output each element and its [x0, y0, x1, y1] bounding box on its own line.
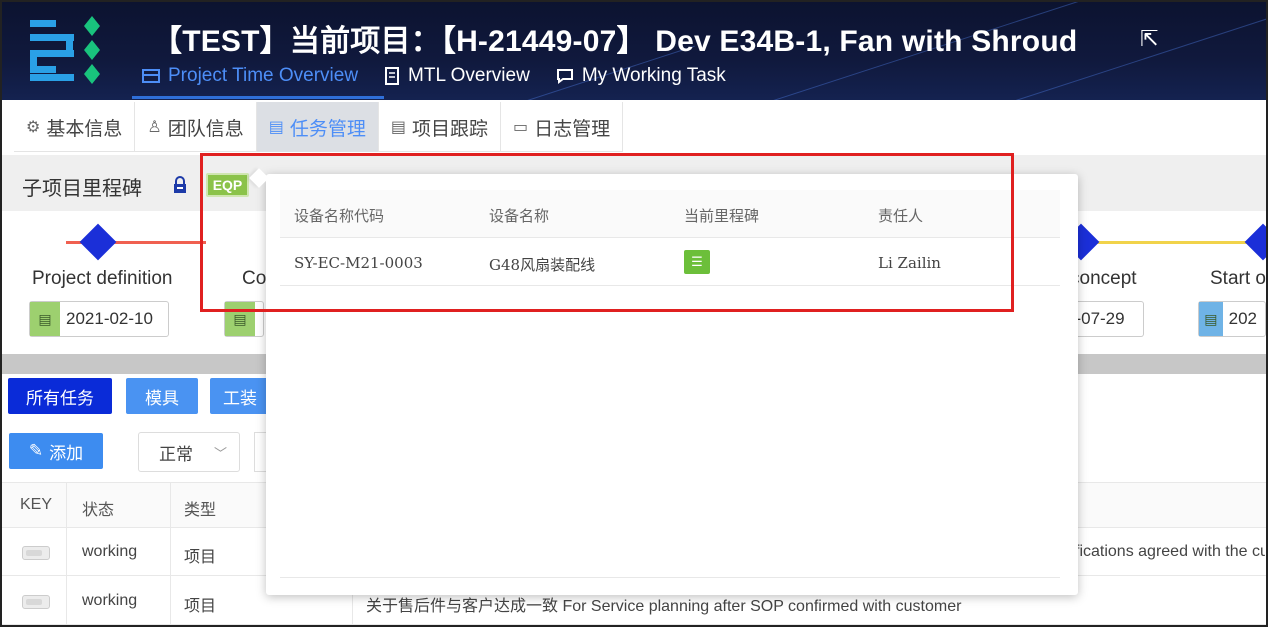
milestone-date[interactable]: ▤ 202 [1198, 301, 1266, 337]
milestone-diamond[interactable] [79, 223, 117, 261]
tab-task-management[interactable]: ▤ 任务管理 [256, 102, 379, 152]
row-description: 关于售后件与客户达成一致 For Service planning after … [366, 598, 962, 615]
status-select[interactable]: 正常 ﹀ [138, 432, 240, 472]
track-icon: ▤ [390, 119, 406, 136]
add-button-label: 添加 [49, 443, 84, 463]
tab-label: 基本信息 [46, 118, 123, 140]
project-title: 【TEST】当前项目：【H-21449-07】 Dev E34B-1, Fan … [152, 25, 1078, 58]
app-logo [30, 16, 100, 84]
milestone-date-value: 202 [1228, 309, 1257, 328]
chat-icon [556, 69, 573, 84]
top-nav: Project Time Overview MTL Overview My Wo… [142, 62, 726, 90]
lock-icon[interactable] [172, 176, 188, 194]
overview-icon [142, 69, 160, 83]
row-description: fications agreed with the cu [1075, 543, 1265, 560]
app-header: 【TEST】当前项目：【H-21449-07】 Dev E34B-1, Fan … [2, 2, 1266, 100]
tab-label: 任务管理 [289, 118, 366, 140]
mold-filter-button[interactable]: 模具 [126, 378, 198, 414]
share-icon[interactable]: ⇱ [1140, 26, 1158, 52]
tab-basic-info[interactable]: ⚙ 基本信息 [14, 102, 136, 152]
key-toggle[interactable] [22, 546, 50, 560]
chevron-down-icon: ﹀ [213, 445, 227, 461]
tab-team-info[interactable]: ♙ 团队信息 [135, 102, 257, 152]
tab-log-management[interactable]: ▭ 日志管理 [501, 102, 624, 152]
timeline-segment [1090, 241, 1260, 244]
task-icon: ▤ [268, 119, 284, 136]
nav-label: Project Time Overview [168, 65, 359, 86]
highlight-box [200, 153, 1014, 312]
nav-my-working-task[interactable]: My Working Task [556, 62, 726, 90]
all-tasks-button[interactable]: 所有任务 [8, 378, 112, 414]
nav-mtl-overview[interactable]: MTL Overview [384, 62, 530, 90]
column-header-key: KEY [20, 496, 53, 513]
row-type: 项目 [184, 549, 217, 566]
edit-icon: ✎ [28, 441, 44, 460]
document-icon [385, 67, 400, 85]
tooling-filter-button[interactable]: 工装 [210, 378, 270, 414]
flag-icon: ▤ [30, 302, 60, 336]
nav-label: My Working Task [581, 65, 726, 86]
milestone-date[interactable]: ▤ 2021-02-10 [29, 301, 169, 337]
column-header-status: 状态 [82, 502, 115, 519]
add-button[interactable]: ✎ 添加 [9, 433, 103, 469]
tab-project-tracking[interactable]: ▤ 项目跟踪 [379, 102, 501, 152]
row-type: 项目 [184, 598, 217, 615]
log-icon: ▭ [513, 119, 529, 136]
key-toggle[interactable] [22, 595, 50, 609]
secondary-select[interactable] [254, 432, 266, 472]
popup-divider [280, 577, 1060, 578]
user-icon: ♙ [147, 119, 162, 136]
milestone-date-value: 2021-02-10 [66, 309, 153, 328]
chip-icon: ⚙ [26, 119, 41, 136]
milestone-label: concept [1070, 268, 1137, 289]
nav-label: MTL Overview [408, 65, 530, 86]
status-select-value: 正常 [159, 444, 193, 464]
row-status: working [82, 543, 138, 560]
active-nav-indicator [132, 96, 384, 99]
milestone-label: Project definition [32, 268, 173, 289]
milestone-section-title: 子项目里程碑 [22, 178, 142, 200]
tab-label: 日志管理 [534, 118, 611, 140]
module-tabs: ⚙ 基本信息 ♙ 团队信息 ▤ 任务管理 ▤ 项目跟踪 ▭ 日志管理 [14, 102, 624, 152]
column-header-type: 类型 [184, 502, 217, 519]
milestone-label: Start of [1210, 268, 1268, 289]
tab-label: 项目跟踪 [411, 118, 488, 140]
flag-icon: ▤ [1199, 302, 1223, 336]
tab-label: 团队信息 [167, 118, 244, 140]
nav-project-time-overview[interactable]: Project Time Overview [142, 62, 358, 90]
row-status: working [82, 592, 138, 609]
milestone-diamond[interactable] [1244, 223, 1268, 261]
